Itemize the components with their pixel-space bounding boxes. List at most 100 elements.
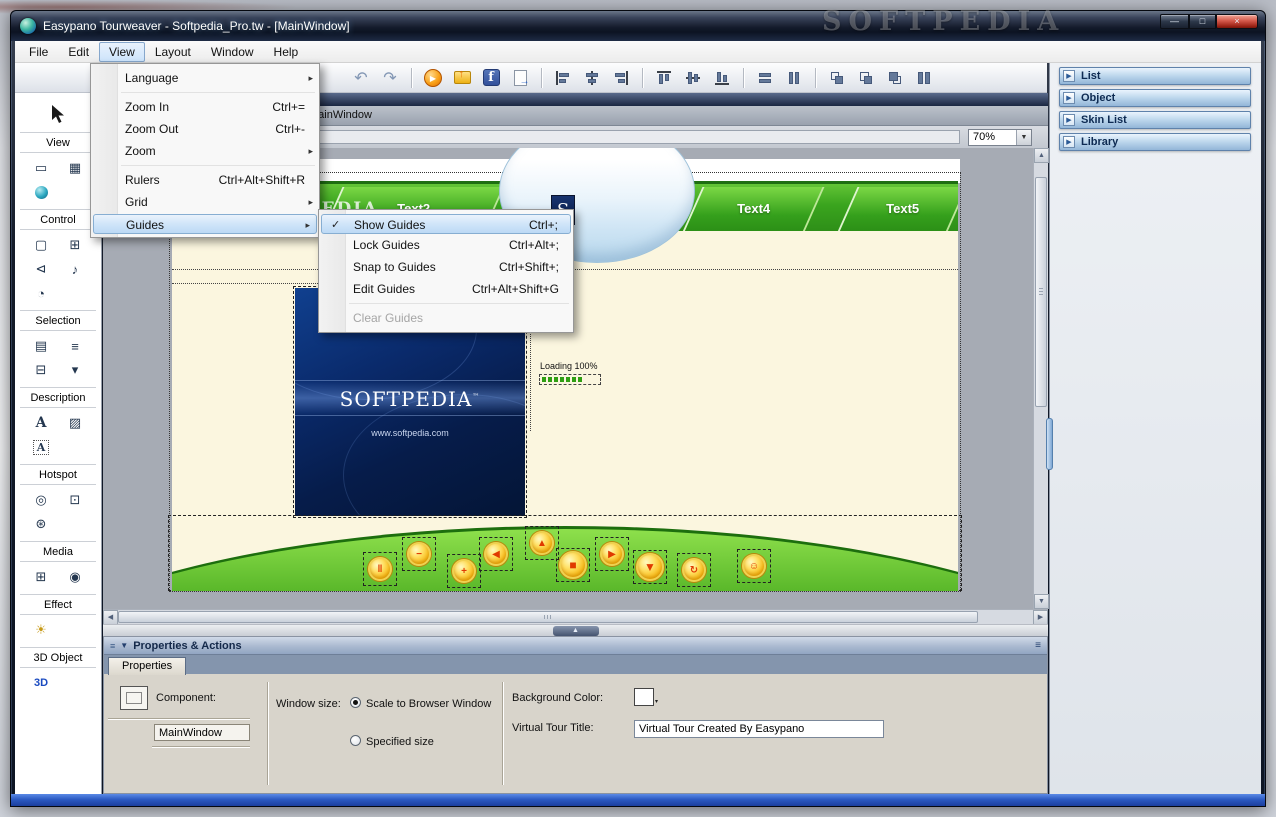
nav-tab-text4[interactable]: Text4 [681,187,825,231]
menu-layout[interactable]: Layout [145,42,201,62]
menu-item-show-guides[interactable]: ✓ Show Guides Ctrl+; [321,214,571,234]
menu-view[interactable]: View [99,41,145,62]
sound-tool-icon[interactable]: ♪ [62,259,88,279]
combobox-tool-icon[interactable]: ▾ [62,360,88,380]
pie-tool-icon[interactable]: ◔ [28,283,54,303]
send-back-icon[interactable] [883,66,907,90]
panel-library[interactable]: ▶ Library [1059,133,1251,151]
loading-progress[interactable] [539,374,601,385]
thumbnail-tool-icon[interactable]: ⊟ [28,360,54,380]
publish-button[interactable]: ↑ [450,66,474,90]
specified-size-radio[interactable] [350,735,361,746]
menu-edit[interactable]: Edit [58,42,99,62]
pause-button[interactable]: ‖ [363,552,397,586]
vertical-scroll-thumb[interactable] [1035,177,1047,407]
undo-icon[interactable]: ↶ [349,66,373,90]
specified-size-label[interactable]: Specified size [366,736,434,748]
button-tool-icon[interactable]: ▢ [28,235,54,255]
menu-item-lock-guides[interactable]: Lock Guides Ctrl+Alt+; [319,234,573,256]
text-tool-icon[interactable]: A [28,413,54,433]
panel-list[interactable]: ▶ List [1059,67,1251,85]
table-tool-icon[interactable]: ⊞ [62,235,88,255]
help-button[interactable]: ☺ [737,549,771,583]
menu-file[interactable]: File [19,42,58,62]
menu-item-guides[interactable]: Guides ▸ [93,214,317,234]
menu-item-language[interactable]: Language ▸ [91,67,319,89]
scroll-down-icon[interactable]: ▼ [1034,594,1049,609]
facebook-button[interactable]: f [479,66,503,90]
align-right-icon[interactable] [609,66,633,90]
menu-item-grid[interactable]: Grid ▸ [91,191,319,213]
horizontal-scrollbar[interactable]: ◀ ▶ [103,609,1048,625]
scale-to-browser-radio[interactable] [350,697,361,708]
scale-to-browser-label[interactable]: Scale to Browser Window [366,698,491,710]
align-bottom-icon[interactable] [710,66,734,90]
effect-tool-icon[interactable]: ☀ [28,620,54,640]
menu-item-zoom[interactable]: Zoom ▸ [91,140,319,162]
rotate-button[interactable]: ↻ [677,553,711,587]
menu-item-zoom-out[interactable]: Zoom Out Ctrl+- [91,118,319,140]
pan-right-button[interactable]: ▶ [595,537,629,571]
same-height-icon[interactable] [782,66,806,90]
align-hcenter-icon[interactable] [681,66,705,90]
scroll-left-icon[interactable]: ◀ [103,610,118,625]
panorama-tool-icon[interactable] [28,182,54,202]
zoom-select[interactable]: 70% ▼ [968,128,1032,146]
align-left-icon[interactable] [551,66,575,90]
export-button[interactable]: → [508,66,532,90]
expand-arrow-icon[interactable]: ▶ [1063,114,1075,126]
expand-arrow-icon[interactable]: ▶ [1063,70,1075,82]
menu-item-zoom-in[interactable]: Zoom In Ctrl+= [91,96,319,118]
maximize-button[interactable]: □ [1189,14,1216,29]
menu-window[interactable]: Window [201,42,264,62]
zoom-in-button[interactable]: + [447,554,481,588]
pan-left-button[interactable]: ◀ [479,537,513,571]
menu-item-edit-guides[interactable]: Edit Guides Ctrl+Alt+Shift+G [319,278,573,300]
chevron-down-icon[interactable]: ▾ [655,698,658,705]
expand-arrow-icon[interactable]: ▶ [1063,92,1075,104]
polygon-hotspot-tool-icon[interactable]: ⊡ [62,490,88,510]
hotspot-tool-icon[interactable]: ◎ [28,490,54,510]
vertical-scroll-track[interactable] [1034,163,1048,594]
label-tool-icon[interactable]: A [28,437,54,457]
collapse-handle[interactable]: ▲ [552,626,599,636]
nav-tab-text5[interactable]: Text5 [836,187,958,231]
horizontal-scroll-thumb[interactable] [118,611,979,623]
properties-header[interactable]: ≡ ▼ Properties & Actions ≡ [104,637,1047,654]
panel-skin-list[interactable]: ▶ Skin List [1059,111,1251,129]
zoom-out-button[interactable]: − [402,537,436,571]
minimize-button[interactable]: — [1160,14,1189,29]
bring-front-icon[interactable] [854,66,878,90]
scroll-up-icon[interactable]: ▲ [1034,148,1049,163]
3d-object-tool-icon[interactable]: 3D [28,673,54,693]
image-tool-icon[interactable]: ▦ [62,158,88,178]
panel-options-icon[interactable]: ≡ [1035,640,1041,651]
stop-button[interactable]: ■ [556,548,590,582]
media-grid-tool-icon[interactable]: ⊞ [28,567,54,587]
menu-item-rulers[interactable]: Rulers Ctrl+Alt+Shift+R [91,169,319,191]
textarea-tool-icon[interactable]: ▨ [62,413,88,433]
collapse-arrow-icon[interactable]: ▼ [120,641,128,650]
list-tool-icon[interactable]: ≡ [62,336,88,356]
distribute-icon[interactable] [912,66,936,90]
expand-arrow-icon[interactable]: ▶ [1063,136,1075,148]
select-tool-button[interactable] [40,99,76,129]
align-vcenter-icon[interactable] [580,66,604,90]
align-top-icon[interactable] [652,66,676,90]
tab-properties[interactable]: Properties [108,657,187,675]
menu-help[interactable]: Help [264,42,309,62]
link-tool-icon[interactable]: ⊛ [28,514,54,534]
rectangle-frame-tool-icon[interactable]: ▭ [28,158,54,178]
panel-object[interactable]: ▶ Object [1059,89,1251,107]
horizontal-splitter[interactable]: ▲ [103,624,1048,636]
background-color-swatch[interactable] [634,688,654,706]
close-button[interactable]: × [1216,14,1258,29]
disc-tool-icon[interactable]: ◉ [62,567,88,587]
same-size-icon[interactable] [825,66,849,90]
vertical-splitter-handle[interactable] [1046,418,1053,470]
pan-down-button[interactable]: ▼ [633,550,667,584]
scroll-right-icon[interactable]: ▶ [1033,610,1048,625]
menu-item-snap-to-guides[interactable]: Snap to Guides Ctrl+Shift+; [319,256,573,278]
preview-button[interactable]: ▶ [421,66,445,90]
chevron-down-icon[interactable]: ▼ [1016,129,1031,145]
